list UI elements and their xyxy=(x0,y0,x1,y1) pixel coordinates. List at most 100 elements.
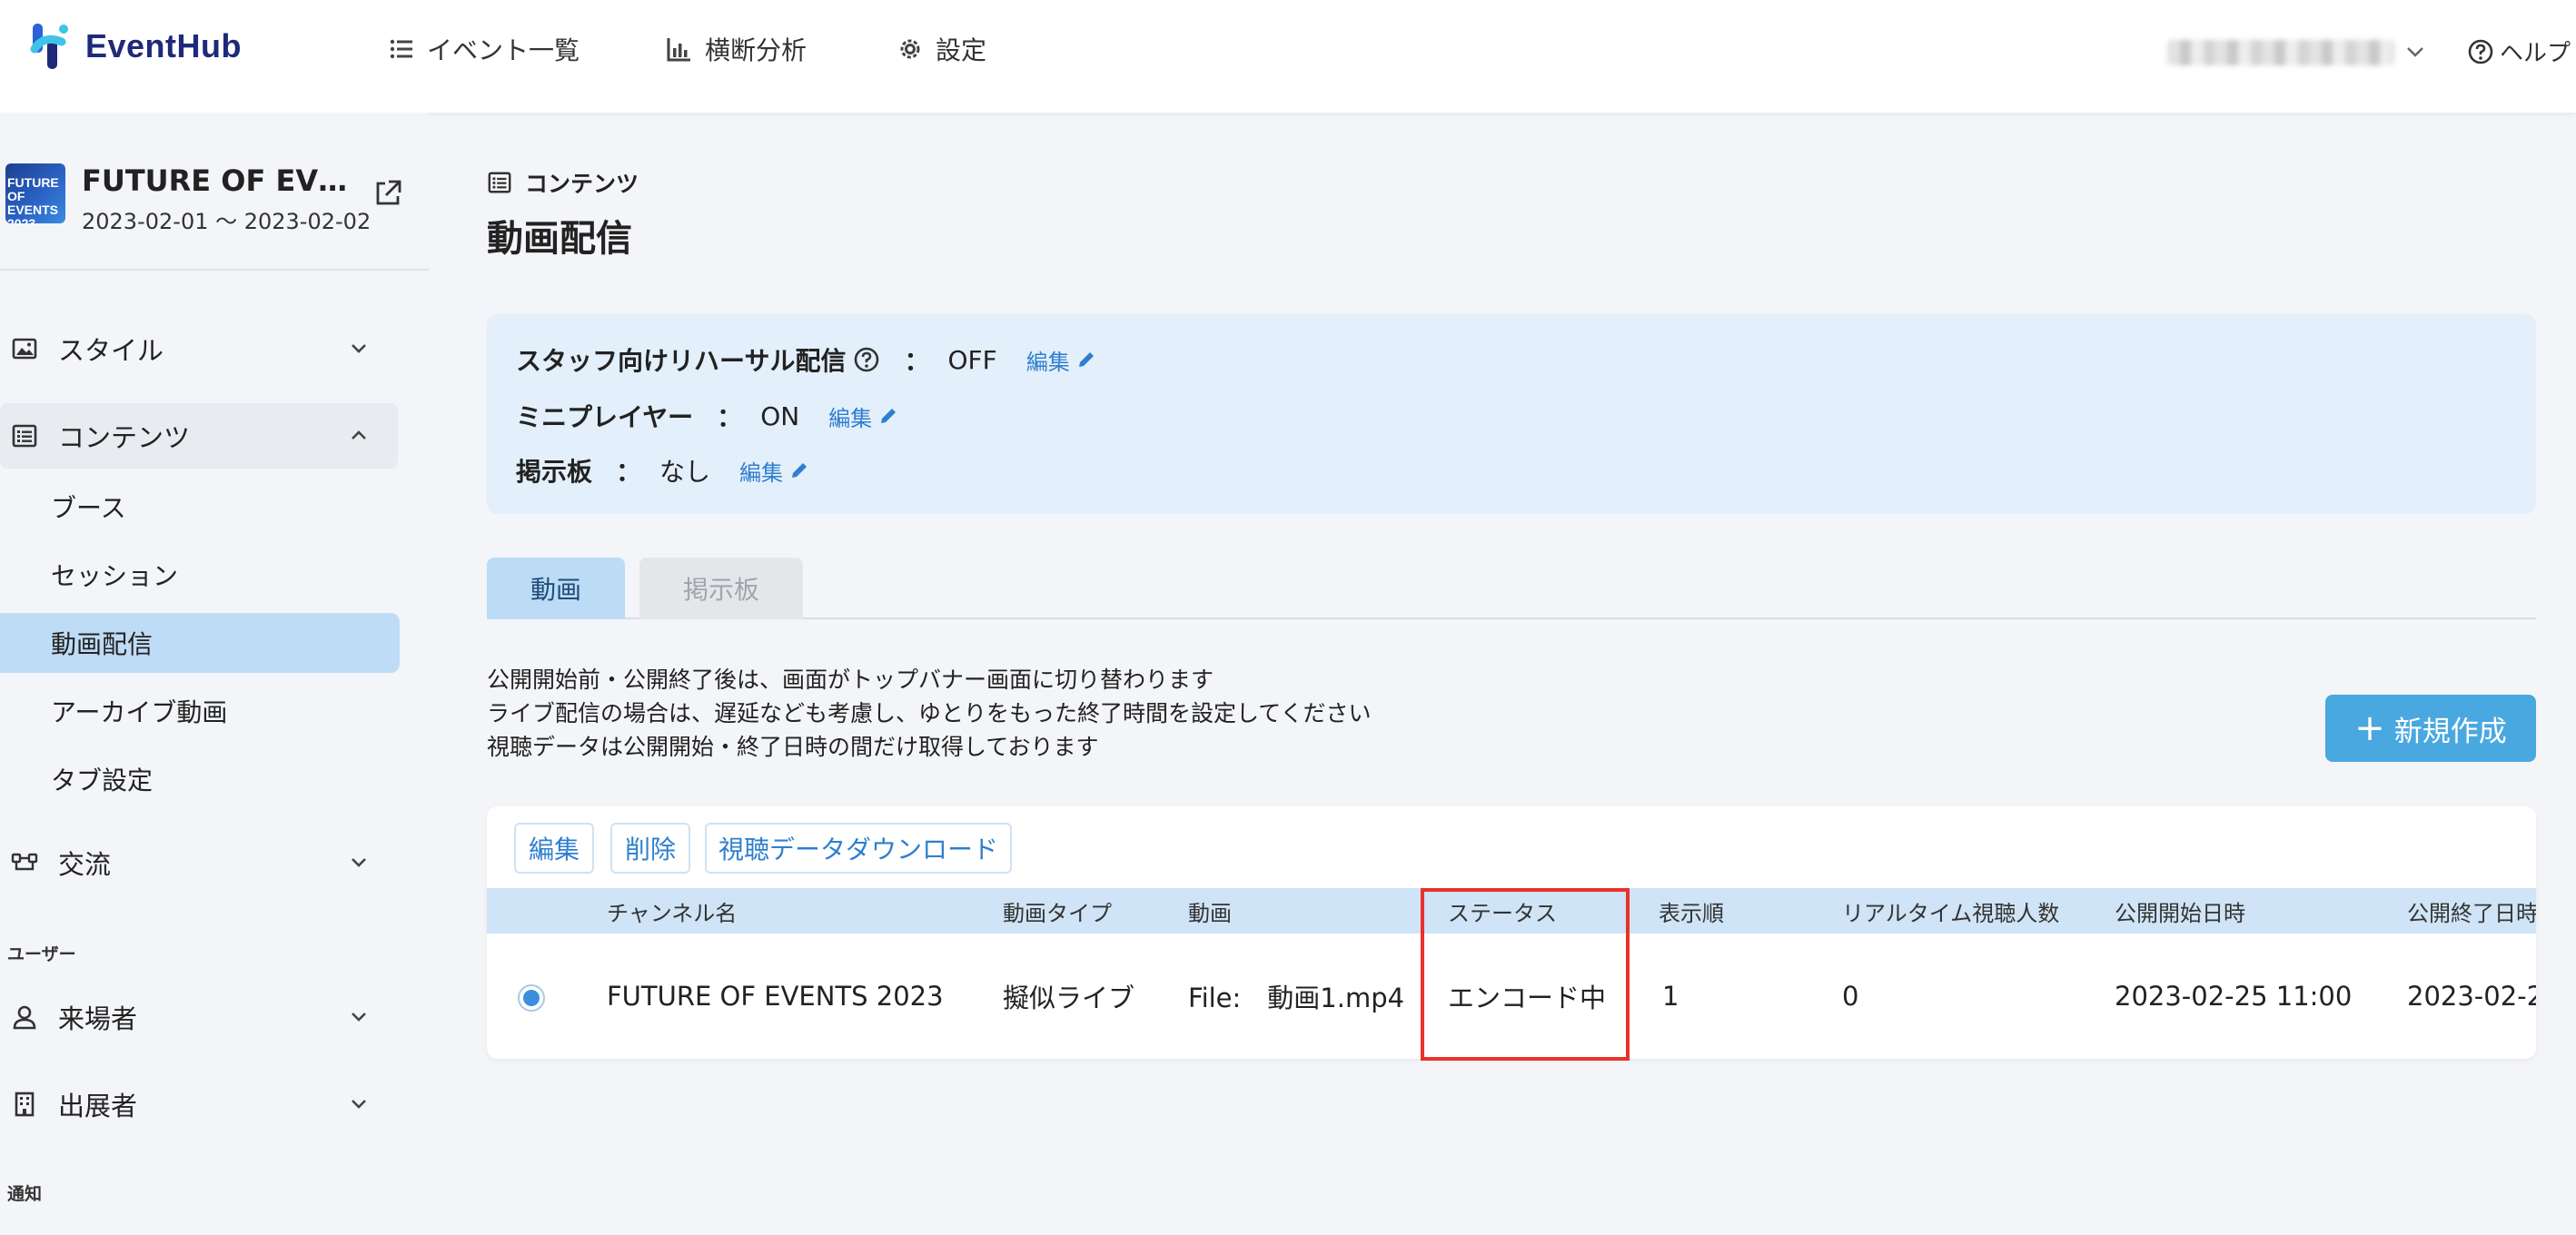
person-icon xyxy=(13,1005,36,1030)
sidebar-subitem-booth[interactable]: ブース xyxy=(0,477,400,537)
chevron-down-icon xyxy=(352,344,366,353)
column-header-status: ステータス xyxy=(1448,900,1557,926)
miniplayer-edit-label: 編集 xyxy=(828,405,873,431)
chevron-down-icon xyxy=(352,1100,366,1109)
column-header-end-datetime: 公開終了日時 xyxy=(2407,900,2536,926)
rehearsal-separator: ： xyxy=(904,346,930,376)
content-list-icon xyxy=(12,424,37,448)
rehearsal-setting-row: スタッフ向けリハーサル配信 ： OFF 編集 xyxy=(516,341,1097,378)
column-header-display-order: 表示順 xyxy=(1659,900,1724,926)
delete-button[interactable]: 削除 xyxy=(610,823,690,874)
event-thumbnail: FUTURE OF EVENTS 2023 xyxy=(5,163,65,223)
help-icon xyxy=(2468,39,2493,64)
event-title: FUTURE OF EVENTS 2023 xyxy=(82,163,354,198)
board-edit-link[interactable]: 編集 xyxy=(739,455,810,487)
column-header-realtime-viewers: リアルタイム視聴人数 xyxy=(1842,900,2060,926)
chevron-down-icon xyxy=(352,858,366,867)
cell-start-datetime: 2023-02-25 11:00 xyxy=(2115,981,2353,1012)
rehearsal-label: スタッフ向けリハーサル配信 xyxy=(516,346,847,376)
eventhub-logo[interactable]: EventHub xyxy=(27,22,242,71)
building-icon xyxy=(15,1092,35,1117)
miniplayer-edit-link[interactable]: 編集 xyxy=(828,400,899,432)
chevron-up-icon xyxy=(352,430,366,440)
column-header-start-datetime: 公開開始日時 xyxy=(2115,900,2245,926)
rehearsal-edit-label: 編集 xyxy=(1025,349,1070,375)
cell-realtime-viewers: 0 xyxy=(1842,981,1859,1012)
sidebar-item-visitors[interactable]: 来場者 xyxy=(0,984,398,1050)
create-new-button[interactable]: + 新規作成 xyxy=(2325,695,2536,762)
cell-video-file: File: 動画1.mp4 xyxy=(1188,983,1405,1013)
pencil-icon xyxy=(881,409,897,423)
content-tabs: 動画 掲示板 xyxy=(487,558,2536,619)
board-label: 掲示板 xyxy=(516,457,593,487)
note-line: 視聴データは公開開始・終了日時の間だけ取得しております xyxy=(487,734,1099,760)
network-icon xyxy=(11,853,38,871)
gear-icon xyxy=(900,39,920,59)
sidebar-item-networking[interactable]: 交流 xyxy=(0,830,398,895)
chevron-down-icon xyxy=(352,1013,366,1022)
rehearsal-value: OFF xyxy=(947,344,997,375)
rehearsal-edit-link[interactable]: 編集 xyxy=(1026,344,1097,376)
logo-mark-icon xyxy=(30,24,68,69)
video-table: 編集 削除 視聴データダウンロード チャンネル名 動画タイプ 動画 ステータス … xyxy=(487,806,2536,1059)
miniplayer-setting-row: ミニプレイヤー ： ON 編集 xyxy=(516,398,899,434)
sidebar-item-style[interactable]: スタイル xyxy=(0,316,398,381)
column-header-video: 動画 xyxy=(1188,900,1232,926)
sidebar-subitem-archive-video[interactable]: アーカイブ動画 xyxy=(0,681,400,741)
sidebar-subitem-tab-settings-label: タブ設定 xyxy=(51,766,154,795)
sidebar-item-networking-label: 交流 xyxy=(58,849,112,880)
sidebar-subitem-session-label: セッション xyxy=(51,561,179,591)
sidebar-item-contents[interactable]: コンテンツ xyxy=(0,403,398,469)
sidebar-subitem-video-streaming[interactable]: 動画配信 xyxy=(0,613,400,673)
edit-button[interactable]: 編集 xyxy=(514,823,594,874)
image-icon xyxy=(12,338,37,360)
sidebar-subitem-tab-settings[interactable]: タブ設定 xyxy=(0,749,400,809)
user-account-name[interactable] xyxy=(2167,40,2394,65)
sidebar-subitem-booth-label: ブース xyxy=(51,493,126,523)
event-card[interactable]: FUTURE OF EVENTS 2023 FUTURE OF EVENTS 2… xyxy=(5,163,371,235)
event-dates: 2023-02-01 ～ 2023-02-02 xyxy=(82,209,372,234)
help-icon[interactable] xyxy=(853,346,880,373)
tab-video[interactable]: 動画 xyxy=(487,558,625,619)
cell-end-datetime: 2023-02-2 xyxy=(2407,981,2536,1012)
cell-channel: FUTURE OF EVENTS 2023 xyxy=(607,981,944,1012)
row-select-radio[interactable] xyxy=(518,984,545,1012)
sidebar: FUTURE OF EVENTS 2023 FUTURE OF EVENTS 2… xyxy=(0,113,429,1235)
list-icon xyxy=(390,39,412,59)
breadcrumb: コンテンツ xyxy=(487,166,639,199)
content-list-icon xyxy=(488,172,511,193)
nav-cross-analysis-label: 横断分析 xyxy=(705,35,807,65)
table-row[interactable]: FUTURE OF EVENTS 2023 擬似ライブ File: 動画1.mp… xyxy=(487,934,2536,1059)
plus-icon: + xyxy=(2354,707,2385,749)
create-new-label: 新規作成 xyxy=(2393,715,2507,748)
miniplayer-label: ミニプレイヤー xyxy=(516,402,694,432)
nav-settings-label: 設定 xyxy=(936,35,987,65)
nav-event-list[interactable]: イベント一覧 xyxy=(387,31,580,67)
tab-board[interactable]: 掲示板 xyxy=(639,558,803,619)
help-link[interactable]: ヘルプ xyxy=(2467,35,2571,68)
board-separator: ： xyxy=(616,457,642,487)
cell-status: エンコード中 xyxy=(1448,983,1607,1013)
page-title: 動画配信 xyxy=(487,218,632,260)
settings-info-panel: スタッフ向けリハーサル配信 ： OFF 編集 ミニプレイヤー ： ON 編集 掲… xyxy=(487,314,2536,514)
top-header: EventHub イベント一覧 横断分析 設定 ヘルプ xyxy=(0,0,2576,113)
sidebar-item-exhibitors[interactable]: 出展者 xyxy=(0,1072,398,1137)
sidebar-item-style-label: スタイル xyxy=(58,335,164,366)
external-link-icon[interactable] xyxy=(372,178,403,209)
miniplayer-value: ON xyxy=(760,400,800,431)
sidebar-subitem-session[interactable]: セッション xyxy=(0,545,400,605)
pencil-icon xyxy=(792,463,807,478)
note-line: 公開開始前・公開終了後は、画面がトップバナー画面に切り替わります xyxy=(487,667,1214,693)
nav-settings[interactable]: 設定 xyxy=(896,31,986,67)
chevron-down-icon[interactable] xyxy=(2403,40,2427,64)
sidebar-section-users: ユーザー xyxy=(7,944,76,964)
cell-display-order: 1 xyxy=(1662,981,1679,1012)
nav-cross-analysis[interactable]: 横断分析 xyxy=(665,31,807,67)
cell-video-type: 擬似ライブ xyxy=(1003,983,1135,1013)
board-setting-row: 掲示板 ： なし 編集 xyxy=(516,452,810,489)
sidebar-divider xyxy=(0,269,429,271)
sidebar-section-notifications: 通知 xyxy=(7,1184,43,1204)
download-viewing-data-button[interactable]: 視聴データダウンロード xyxy=(705,823,1012,874)
board-value: なし xyxy=(659,457,711,487)
board-edit-label: 編集 xyxy=(739,459,784,486)
